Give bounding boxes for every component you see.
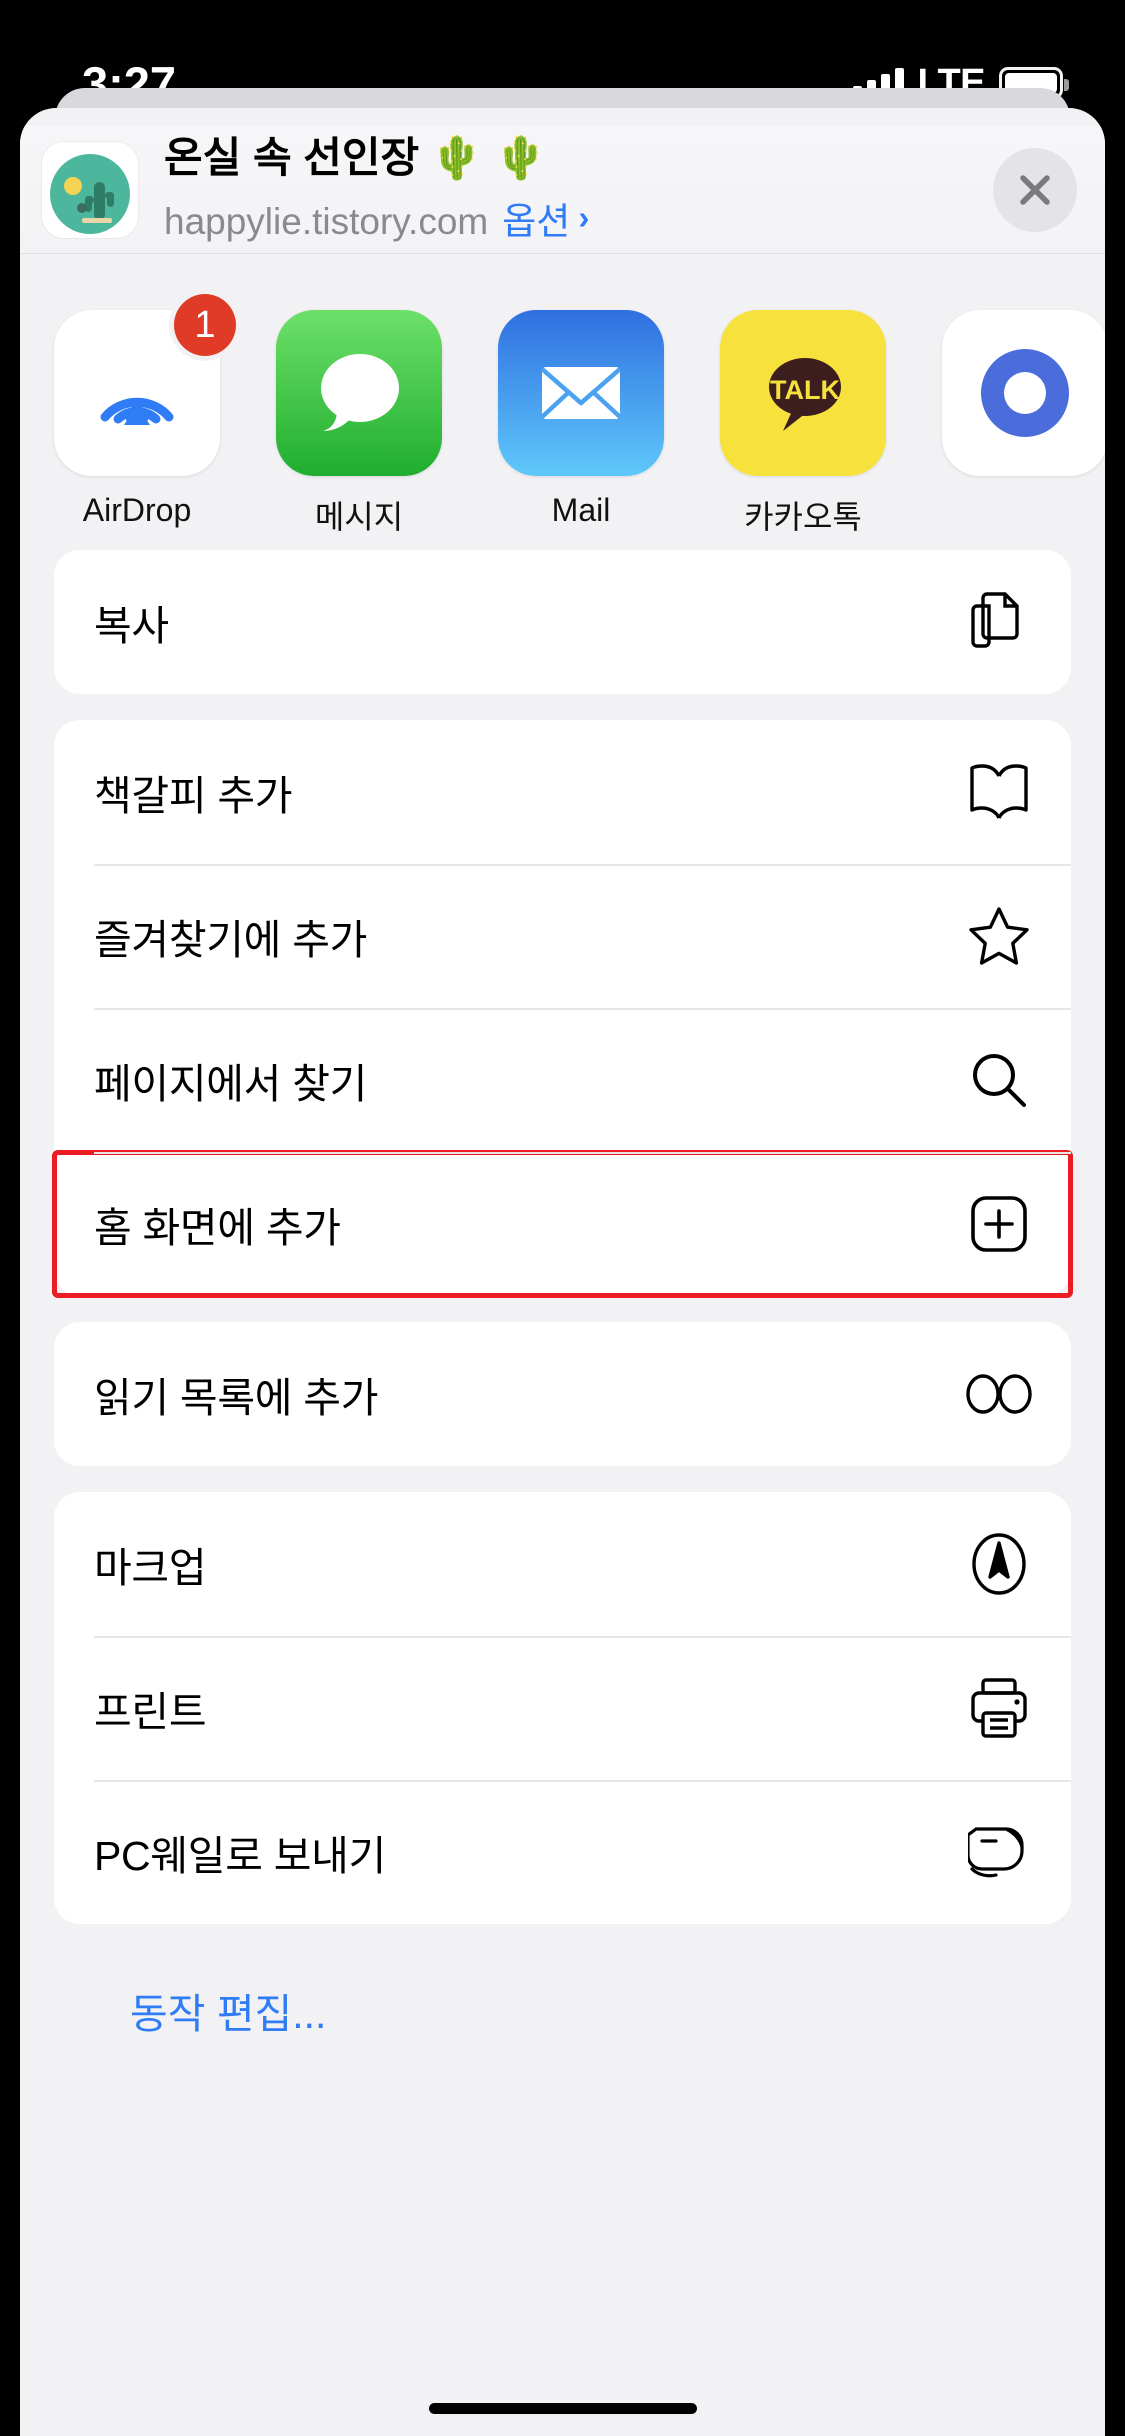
action-label: 홈 화면에 추가 bbox=[94, 1205, 341, 1251]
partial-app-tile[interactable] bbox=[942, 310, 1105, 476]
action-label: 책갈피 추가 bbox=[94, 773, 293, 819]
options-button[interactable]: 옵션 › bbox=[502, 191, 589, 245]
action-label: 마크업 bbox=[94, 1545, 207, 1591]
action-label: 복사 bbox=[94, 603, 169, 649]
glasses-icon bbox=[963, 1358, 1035, 1430]
share-app-label: 메시지 bbox=[314, 499, 404, 535]
action-group: 책갈피 추가 즐겨찾기에 추가 페이지에서 찾기 홈 화면에 추가 bbox=[52, 720, 1073, 1298]
home-indicator bbox=[428, 2403, 697, 2414]
plus-box-icon bbox=[963, 1188, 1035, 1260]
close-button[interactable] bbox=[993, 147, 1077, 232]
action-label: 프린트 bbox=[94, 1689, 207, 1735]
action-row-add-to-home-screen[interactable]: 홈 화면에 추가 bbox=[52, 1150, 1073, 1298]
airdrop-badge: 1 bbox=[174, 294, 236, 356]
share-app-mail[interactable]: Mail bbox=[498, 310, 664, 529]
svg-text:TALK: TALK bbox=[770, 375, 840, 405]
star-icon bbox=[963, 900, 1035, 972]
printer-icon bbox=[963, 1672, 1035, 1744]
action-label: PC웨일로 보내기 bbox=[94, 1833, 386, 1879]
action-row-send-to-pc-whale[interactable]: PC웨일로 보내기 bbox=[54, 1780, 1071, 1924]
share-app-label: Mail bbox=[551, 492, 611, 528]
edit-actions-button[interactable]: 동작 편집... bbox=[54, 1950, 1071, 2040]
share-app-airdrop[interactable]: 1 AirDrop bbox=[54, 294, 236, 529]
airdrop-tile[interactable]: 1 bbox=[54, 294, 236, 476]
share-app-label: AirDrop bbox=[82, 492, 192, 528]
share-app-messages[interactable]: 메시지 bbox=[276, 310, 442, 538]
page-subtitle-row: happylie.tistory.com 옵션 › bbox=[164, 191, 993, 245]
action-row-add-favorite[interactable]: 즐겨찾기에 추가 bbox=[54, 864, 1071, 1008]
share-sheet: 온실 속 선인장 🌵 🌵 happylie.tistory.com 옵션 › 1… bbox=[20, 108, 1105, 2436]
action-row-add-bookmark[interactable]: 책갈피 추가 bbox=[54, 720, 1071, 864]
action-label: 즐겨찾기에 추가 bbox=[94, 917, 368, 963]
airdrop-icon bbox=[100, 397, 174, 425]
share-app-more[interactable] bbox=[942, 310, 1105, 492]
whale-icon bbox=[963, 1816, 1035, 1888]
action-group: 복사 bbox=[54, 550, 1071, 694]
options-label: 옵션 bbox=[502, 200, 571, 242]
phone-screen: 3:27 LTE 온실 속 선인장 🌵 🌵 happylie.tistory.c… bbox=[0, 0, 1125, 2436]
share-action-list: 복사 책갈피 추가 즐겨찾기에 추가 페이지에서 찾기 홈 화면에 추가 읽기 … bbox=[20, 550, 1105, 2040]
page-title: 온실 속 선인장 🌵 🌵 bbox=[164, 134, 548, 182]
action-row-copy[interactable]: 복사 bbox=[54, 550, 1071, 694]
share-app-kakaotalk[interactable]: TALK 카카오톡 bbox=[720, 310, 886, 538]
mail-tile[interactable] bbox=[498, 310, 664, 476]
action-label: 페이지에서 찾기 bbox=[94, 1061, 368, 1107]
kakaotalk-tile[interactable]: TALK bbox=[720, 310, 886, 476]
site-favicon bbox=[42, 141, 138, 238]
action-group: 읽기 목록에 추가 bbox=[54, 1322, 1071, 1466]
share-app-label: 카카오톡 bbox=[744, 499, 862, 535]
messages-tile[interactable] bbox=[276, 310, 442, 476]
action-row-add-reading-list[interactable]: 읽기 목록에 추가 bbox=[54, 1322, 1071, 1466]
messages-icon bbox=[321, 354, 399, 431]
page-url: happylie.tistory.com bbox=[164, 200, 489, 242]
action-label: 읽기 목록에 추가 bbox=[94, 1375, 379, 1421]
book-icon bbox=[963, 756, 1035, 828]
action-row-markup[interactable]: 마크업 bbox=[54, 1492, 1071, 1636]
partial-app-icon bbox=[981, 349, 1069, 437]
share-target-info: 온실 속 선인장 🌵 🌵 happylie.tistory.com 옵션 › bbox=[138, 134, 993, 244]
mail-icon bbox=[540, 367, 622, 419]
search-icon bbox=[963, 1044, 1035, 1116]
action-row-print[interactable]: 프린트 bbox=[54, 1636, 1071, 1780]
close-icon bbox=[1020, 174, 1050, 205]
share-sheet-header: 온실 속 선인장 🌵 🌵 happylie.tistory.com 옵션 › bbox=[20, 126, 1105, 254]
chevron-right-icon: › bbox=[578, 198, 590, 236]
copy-icon bbox=[963, 586, 1035, 658]
action-row-find-on-page[interactable]: 페이지에서 찾기 bbox=[54, 1008, 1071, 1152]
share-app-row[interactable]: 1 AirDrop 메시지 Mail TALK 카카오톡 bbox=[20, 254, 1105, 550]
action-group: 마크업 프린트 PC웨일로 보내기 bbox=[54, 1492, 1071, 1924]
markup-icon bbox=[963, 1528, 1035, 1600]
kakaotalk-icon: TALK bbox=[769, 358, 841, 431]
